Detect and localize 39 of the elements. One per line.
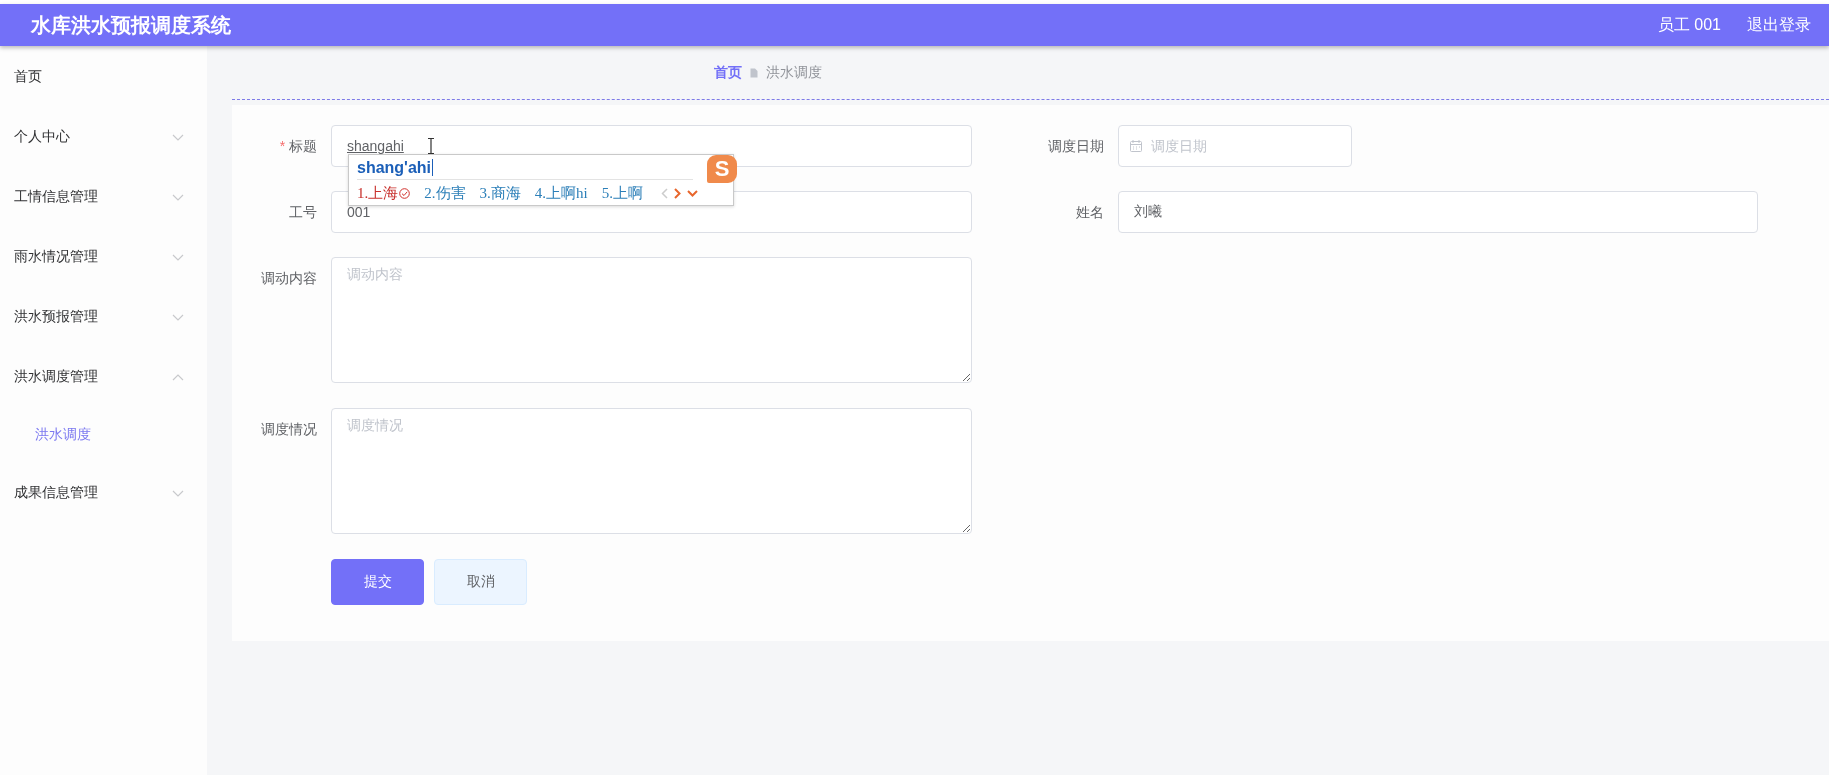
chevron-icon bbox=[171, 132, 185, 142]
app-title: 水库洪水预报调度系统 bbox=[31, 12, 231, 38]
field-label: 工号 bbox=[288, 203, 318, 222]
sidebar-item[interactable]: 首页 bbox=[0, 47, 207, 107]
ime-logo: S bbox=[707, 155, 737, 183]
sidebar-item[interactable]: 雨水情况管理 bbox=[0, 227, 207, 287]
breadcrumb-link[interactable]: 首页 bbox=[714, 63, 742, 82]
calendar-icon bbox=[1130, 140, 1142, 152]
sidebar-item[interactable]: 洪水调度管理 bbox=[0, 347, 207, 407]
chevron-icon bbox=[171, 252, 185, 262]
date-field[interactable]: 调度日期 bbox=[1118, 125, 1352, 167]
next-icon bbox=[673, 187, 681, 199]
sidebar-item[interactable]: 个人中心 bbox=[0, 107, 207, 167]
prev-icon bbox=[660, 187, 668, 199]
submit-button[interactable]: 提交 bbox=[331, 559, 424, 605]
field-label: 调度情况 bbox=[260, 420, 318, 439]
text-area[interactable]: 调动内容 bbox=[331, 257, 972, 383]
user-name: 员工 001 bbox=[1657, 14, 1721, 35]
field-label: * 标题 bbox=[278, 137, 318, 156]
sidebar-item[interactable]: 工情信息管理 bbox=[0, 167, 207, 227]
chevron-icon bbox=[171, 488, 185, 498]
text-area[interactable]: 调度情况 bbox=[331, 408, 972, 534]
logout-link[interactable]: 退出登录 bbox=[1747, 14, 1811, 36]
page-icon bbox=[750, 67, 758, 78]
sidebar-item[interactable]: 成果信息管理 bbox=[0, 463, 207, 523]
text-cursor-icon bbox=[427, 138, 435, 154]
check-circle-icon bbox=[399, 187, 411, 199]
chevron-icon bbox=[171, 192, 185, 202]
cancel-button[interactable]: 取消 bbox=[434, 559, 527, 605]
input-field[interactable]: 刘曦 bbox=[1118, 191, 1758, 233]
chevron-icon bbox=[171, 312, 185, 322]
chevron-icon bbox=[171, 372, 185, 382]
field-label: 调度日期 bbox=[1047, 137, 1105, 156]
caret-icon bbox=[686, 189, 698, 197]
sidebar-subitem[interactable]: 洪水调度 bbox=[0, 407, 207, 463]
field-label: 调动内容 bbox=[260, 269, 318, 288]
sidebar-item[interactable]: 洪水预报管理 bbox=[0, 287, 207, 347]
field-label: 姓名 bbox=[1075, 203, 1105, 222]
composition-text: shang'ahi bbox=[357, 158, 434, 176]
